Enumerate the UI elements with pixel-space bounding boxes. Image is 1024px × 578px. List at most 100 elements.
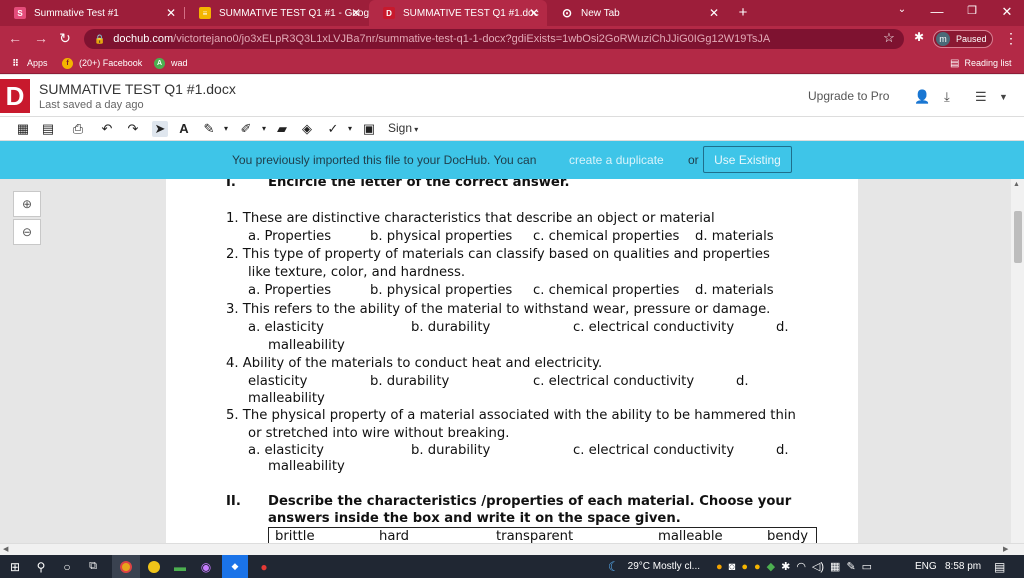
chrome-canary-icon[interactable] xyxy=(142,555,166,578)
zoom-out-icon[interactable]: ⊖ xyxy=(13,219,41,245)
app-taskbar-icon[interactable]: ◆ xyxy=(222,555,248,578)
thumbnails-grid-icon[interactable]: ▦ xyxy=(15,121,31,137)
scroll-up-icon[interactable]: ▲ xyxy=(1013,181,1020,188)
wifi-icon: ◠ xyxy=(796,561,806,573)
cortana-icon[interactable]: ○ xyxy=(58,555,76,578)
back-icon[interactable]: ← xyxy=(6,30,24,46)
extensions-icon[interactable]: ✱ xyxy=(910,30,928,44)
eraser-icon[interactable]: ◈ xyxy=(299,121,315,137)
chevron-down-icon[interactable]: ▾ xyxy=(256,121,272,137)
option: c. electrical conductivity xyxy=(573,443,735,458)
search-icon[interactable]: ⚲ xyxy=(32,555,50,578)
horizontal-scrollbar[interactable]: ◀ ▶ xyxy=(0,543,1024,555)
bookmark-star-icon[interactable]: ☆ xyxy=(880,30,898,46)
question-text: like texture, color, and hardness. xyxy=(248,265,466,280)
highlighter-icon[interactable]: ✎ xyxy=(201,121,217,137)
reading-list-button[interactable]: ▤ Reading list xyxy=(950,52,1011,74)
notice-text: You previously imported this file to you… xyxy=(232,153,537,167)
select-pointer-icon[interactable]: ➤ xyxy=(152,121,168,137)
option: d. xyxy=(776,320,789,335)
option: c. electrical conductivity xyxy=(533,374,695,389)
outline-icon[interactable]: ▤ xyxy=(40,121,56,137)
section-title: Describe the characteristics /properties… xyxy=(268,494,792,509)
menu-kebab-icon[interactable]: ⋮ xyxy=(1002,30,1020,47)
word-box-item: brittle xyxy=(275,529,315,543)
bookmark-apps[interactable]: ⠿ Apps xyxy=(10,52,47,74)
tab-google-doc[interactable]: ≡ SUMMATIVE TEST Q1 #1 - Googl ✕ xyxy=(185,0,369,26)
vertical-scroll-thumb[interactable] xyxy=(1014,211,1022,263)
checkmark-icon[interactable]: ✓ xyxy=(325,121,341,137)
notice-or: or xyxy=(688,153,699,167)
option: d. xyxy=(736,374,749,389)
tab-search-icon[interactable]: ⌄ xyxy=(892,4,912,15)
document-page[interactable]: I. Encircle the letter of the correct an… xyxy=(166,179,858,543)
chevron-down-icon[interactable]: ▾ xyxy=(218,121,234,137)
facebook-icon: f xyxy=(62,57,73,69)
url-host: dochub.com xyxy=(113,33,174,45)
reload-icon[interactable]: ↻ xyxy=(56,30,74,47)
chrome-taskbar-icon[interactable] xyxy=(112,555,140,578)
pen-icon[interactable]: ✐ xyxy=(238,121,254,137)
bookmark-wad[interactable]: A wad xyxy=(154,52,188,74)
close-icon[interactable]: ✕ xyxy=(166,6,176,20)
language-indicator[interactable]: ENG xyxy=(915,555,937,578)
new-tab-button[interactable]: + xyxy=(733,4,753,21)
screen-recorder-icon[interactable]: ● xyxy=(252,555,276,578)
notifications-icon[interactable]: ▤ xyxy=(994,555,1005,578)
keyboard-icon: ▦ xyxy=(830,561,841,573)
option: a. elasticity xyxy=(248,443,324,458)
use-existing-button[interactable]: Use Existing xyxy=(703,146,792,173)
sign-button[interactable]: Sign ▾ xyxy=(388,121,418,135)
image-icon[interactable]: ▣ xyxy=(361,121,377,137)
option-continued: malleability xyxy=(248,391,325,406)
forward-icon[interactable]: → xyxy=(32,30,50,46)
comment-icon[interactable]: ▰ xyxy=(274,121,290,137)
word-box-item: transparent xyxy=(496,529,574,543)
import-notice-bar: You previously imported this file to you… xyxy=(0,141,1024,179)
download-icon[interactable]: ⤓ xyxy=(944,89,950,105)
add-user-icon[interactable]: 👤 xyxy=(914,89,930,105)
minimize-icon[interactable]: — xyxy=(927,4,947,19)
sync-icon: ◆ xyxy=(766,561,776,573)
clock[interactable]: 8:58 pm xyxy=(945,555,981,578)
pen-workspace-icon: ✎ xyxy=(846,561,856,573)
bookmark-favicon: A xyxy=(154,57,165,69)
system-tray-icons[interactable]: ● ◙ ● ● ◆ ✱ ◠ ◁) ▦ ✎ ▭ xyxy=(716,555,878,578)
tab-new-tab[interactable]: ⊙ New Tab ✕ xyxy=(547,0,727,26)
text-tool-icon[interactable]: A xyxy=(176,121,192,137)
tab-dochub[interactable]: D SUMMATIVE TEST Q1 #1.docx | D ✕ xyxy=(369,0,547,26)
hamburger-menu-icon[interactable]: ☰ xyxy=(975,89,987,105)
close-icon[interactable]: ✕ xyxy=(529,6,539,20)
task-view-icon[interactable]: ⧉ xyxy=(84,555,102,578)
messenger-icon[interactable]: ◉ xyxy=(194,555,218,578)
chevron-down-icon[interactable]: ▾ xyxy=(342,121,358,137)
redo-icon[interactable]: ↷ xyxy=(125,121,141,137)
close-icon[interactable]: ✕ xyxy=(351,6,361,20)
address-bar[interactable]: 🔒 dochub.com/victortejano0/jo3xELpR3Q3L1… xyxy=(84,29,904,49)
option: a. Properties xyxy=(248,283,332,298)
chevron-down-icon[interactable]: ▼ xyxy=(999,92,1008,102)
restore-icon[interactable]: ❐ xyxy=(962,4,982,17)
window-close-icon[interactable]: ✕ xyxy=(997,4,1017,20)
scroll-right-icon[interactable]: ▶ xyxy=(1003,545,1008,553)
document-title[interactable]: SUMMATIVE TEST Q1 #1.docx xyxy=(39,81,236,97)
word-box-item: hard xyxy=(379,529,410,543)
browser-toolbar: ← → ↻ 🔒 dochub.com/victortejano0/jo3xELp… xyxy=(0,26,1024,52)
undo-icon[interactable]: ↶ xyxy=(99,121,115,137)
profile-button[interactable]: m Paused xyxy=(933,30,993,48)
bookmark-facebook[interactable]: f (20+) Facebook xyxy=(62,52,142,74)
question-text: 3. This refers to the ability of the mat… xyxy=(226,302,771,317)
close-icon[interactable]: ✕ xyxy=(709,6,719,20)
dochub-logo[interactable]: D xyxy=(0,79,30,113)
print-icon[interactable]: ⎙ xyxy=(70,121,86,137)
bookmark-label: (20+) Facebook xyxy=(79,58,143,68)
zoom-in-icon[interactable]: ⊕ xyxy=(13,191,41,217)
create-duplicate-link[interactable]: create a duplicate xyxy=(569,153,664,167)
tab-summative-test[interactable]: S Summative Test #1 ✕ xyxy=(0,0,184,26)
windows-start-icon[interactable]: ⊞ xyxy=(6,555,24,578)
windows-taskbar: ⊞ ⚲ ○ ⧉ ▬ ◉ ◆ ● ☾ 29°C Mostly cl... ● ◙ … xyxy=(0,555,1024,578)
scroll-left-icon[interactable]: ◀ xyxy=(3,545,8,553)
weather-widget[interactable]: ☾ 29°C Mostly cl... xyxy=(608,555,700,578)
upgrade-button[interactable]: Upgrade to Pro xyxy=(808,89,889,103)
file-explorer-icon[interactable]: ▬ xyxy=(168,555,192,578)
